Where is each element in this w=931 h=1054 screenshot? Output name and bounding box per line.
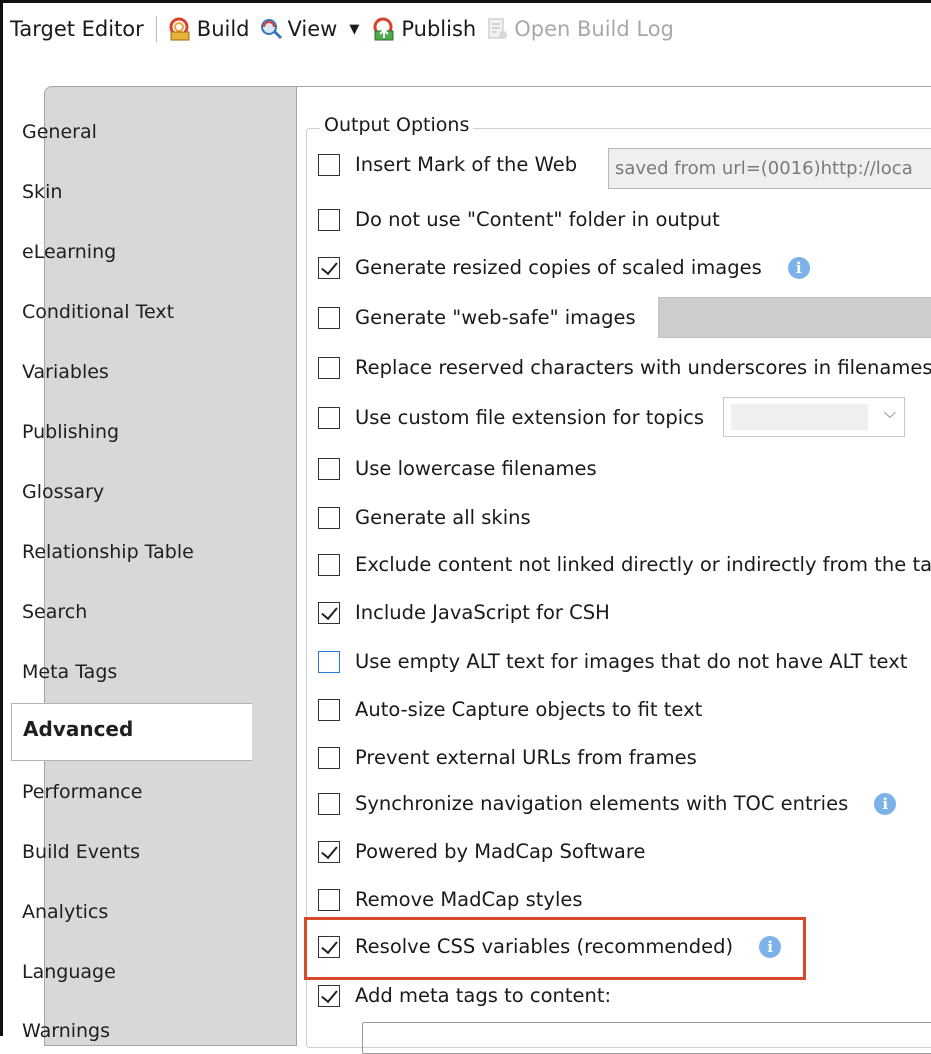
tab-performance[interactable]: Performance: [22, 781, 142, 803]
option-label: Do not use "Content" folder in output: [355, 208, 720, 231]
tab-warnings[interactable]: Warnings: [22, 1020, 110, 1042]
option-no-content-folder[interactable]: Do not use "Content" folder in output: [318, 208, 720, 231]
file-extension-select[interactable]: ⌵: [723, 397, 905, 437]
option-label: Generate resized copies of scaled images: [355, 256, 762, 279]
checkbox[interactable]: [318, 650, 340, 673]
tab-variables[interactable]: Variables: [22, 361, 109, 383]
checkbox[interactable]: [318, 746, 340, 769]
tab-analytics[interactable]: Analytics: [22, 901, 108, 923]
option-remove-madcap-styles[interactable]: Remove MadCap styles: [318, 888, 583, 911]
publish-label: Publish: [401, 17, 477, 41]
tab-conditional-text[interactable]: Conditional Text: [22, 301, 174, 323]
meta-tags-textarea[interactable]: [362, 1022, 931, 1054]
option-label: Insert Mark of the Web: [355, 153, 578, 176]
output-options-legend: Output Options: [320, 114, 474, 136]
option-label: Powered by MadCap Software: [355, 840, 646, 863]
view-label: View: [287, 17, 338, 41]
checkbox[interactable]: [318, 256, 340, 279]
checkbox[interactable]: [318, 792, 340, 815]
option-label: Use lowercase filenames: [355, 457, 597, 480]
option-label: Generate all skins: [355, 506, 531, 529]
option-insert-mark-of-web[interactable]: Insert Mark of the Web: [318, 153, 577, 176]
option-exclude-unlinked-content[interactable]: Exclude content not linked directly or i…: [318, 553, 931, 576]
file-extension-value: [731, 404, 868, 430]
checkbox[interactable]: [318, 553, 340, 576]
checkbox[interactable]: [318, 457, 340, 480]
checkbox[interactable]: [318, 506, 340, 529]
highlight-box: [304, 917, 806, 980]
option-label: Use empty ALT text for images that do no…: [355, 650, 908, 673]
toolbar-separator: [155, 16, 157, 42]
mark-of-web-input[interactable]: saved from url=(0016)http://loca: [608, 148, 931, 189]
option-lowercase-filenames[interactable]: Use lowercase filenames: [318, 457, 597, 480]
option-empty-alt-text[interactable]: Use empty ALT text for images that do no…: [318, 650, 907, 673]
option-label: Replace reserved characters with undersc…: [355, 356, 931, 379]
view-icon: [260, 19, 282, 40]
option-include-javascript-csh[interactable]: Include JavaScript for CSH: [318, 601, 610, 624]
option-label: Auto-size Capture objects to fit text: [355, 698, 703, 721]
toolbar: Target Editor Build View ▼ Publish Open …: [3, 3, 931, 55]
tab-general[interactable]: General: [22, 121, 97, 143]
checkbox[interactable]: [318, 356, 340, 379]
tab-advanced[interactable]: Advanced: [11, 703, 252, 761]
view-button[interactable]: View: [258, 17, 338, 41]
open-build-log-button[interactable]: Open Build Log: [484, 17, 674, 41]
checkbox[interactable]: [318, 406, 340, 429]
option-add-meta-tags[interactable]: Add meta tags to content:: [318, 984, 611, 1007]
build-log-icon: [488, 18, 508, 39]
tab-relationship-table[interactable]: Relationship Table: [22, 541, 194, 563]
tab-publishing[interactable]: Publishing: [22, 421, 119, 443]
tab-build-events[interactable]: Build Events: [22, 841, 140, 863]
option-label: Include JavaScript for CSH: [355, 601, 610, 624]
checkbox[interactable]: [318, 208, 340, 231]
open-build-log-label: Open Build Log: [514, 17, 674, 41]
publish-button[interactable]: Publish: [371, 17, 476, 41]
option-label: Prevent external URLs from frames: [355, 746, 697, 769]
option-label: Use custom file extension for topics: [355, 406, 705, 429]
option-label: Synchronize navigation elements with TOC…: [355, 792, 849, 815]
option-label: Remove MadCap styles: [355, 888, 583, 911]
tab-glossary[interactable]: Glossary: [22, 481, 104, 503]
option-custom-file-extension[interactable]: Use custom file extension for topics: [318, 406, 704, 429]
option-resized-images[interactable]: Generate resized copies of scaled images…: [318, 256, 810, 279]
option-web-safe-images[interactable]: Generate "web-safe" images: [318, 306, 636, 329]
view-dropdown-arrow-icon[interactable]: ▼: [349, 22, 359, 37]
checkbox[interactable]: [318, 840, 340, 863]
tab-meta-tags[interactable]: Meta Tags: [22, 661, 117, 683]
build-icon: [169, 17, 190, 41]
web-safe-images-field: [658, 297, 931, 338]
checkbox[interactable]: [318, 306, 340, 329]
checkbox[interactable]: [318, 888, 340, 911]
checkbox[interactable]: [318, 984, 340, 1007]
tab-elearning[interactable]: eLearning: [22, 241, 116, 263]
checkbox[interactable]: [318, 601, 340, 624]
tab-language[interactable]: Language: [22, 961, 116, 983]
build-label: Build: [196, 17, 250, 41]
tab-skin[interactable]: Skin: [22, 181, 62, 203]
option-synchronize-navigation[interactable]: Synchronize navigation elements with TOC…: [318, 792, 897, 815]
option-generate-all-skins[interactable]: Generate all skins: [318, 506, 531, 529]
option-label: Generate "web-safe" images: [355, 306, 636, 329]
publish-icon: [373, 17, 394, 41]
option-replace-reserved-characters[interactable]: Replace reserved characters with undersc…: [318, 356, 931, 379]
option-powered-by-madcap[interactable]: Powered by MadCap Software: [318, 840, 645, 863]
option-label: Add meta tags to content:: [355, 984, 612, 1007]
info-icon[interactable]: i: [874, 792, 897, 815]
option-auto-size-capture[interactable]: Auto-size Capture objects to fit text: [318, 698, 702, 721]
checkbox[interactable]: [318, 698, 340, 721]
tab-search[interactable]: Search: [22, 601, 87, 623]
toolbar-title: Target Editor: [10, 17, 144, 41]
build-button[interactable]: Build: [167, 17, 250, 41]
info-icon[interactable]: i: [787, 256, 810, 279]
option-label: Exclude content not linked directly or i…: [355, 553, 931, 576]
chevron-down-icon[interactable]: ⌵: [884, 403, 896, 423]
option-prevent-external-urls[interactable]: Prevent external URLs from frames: [318, 746, 697, 769]
checkbox[interactable]: [318, 153, 340, 176]
